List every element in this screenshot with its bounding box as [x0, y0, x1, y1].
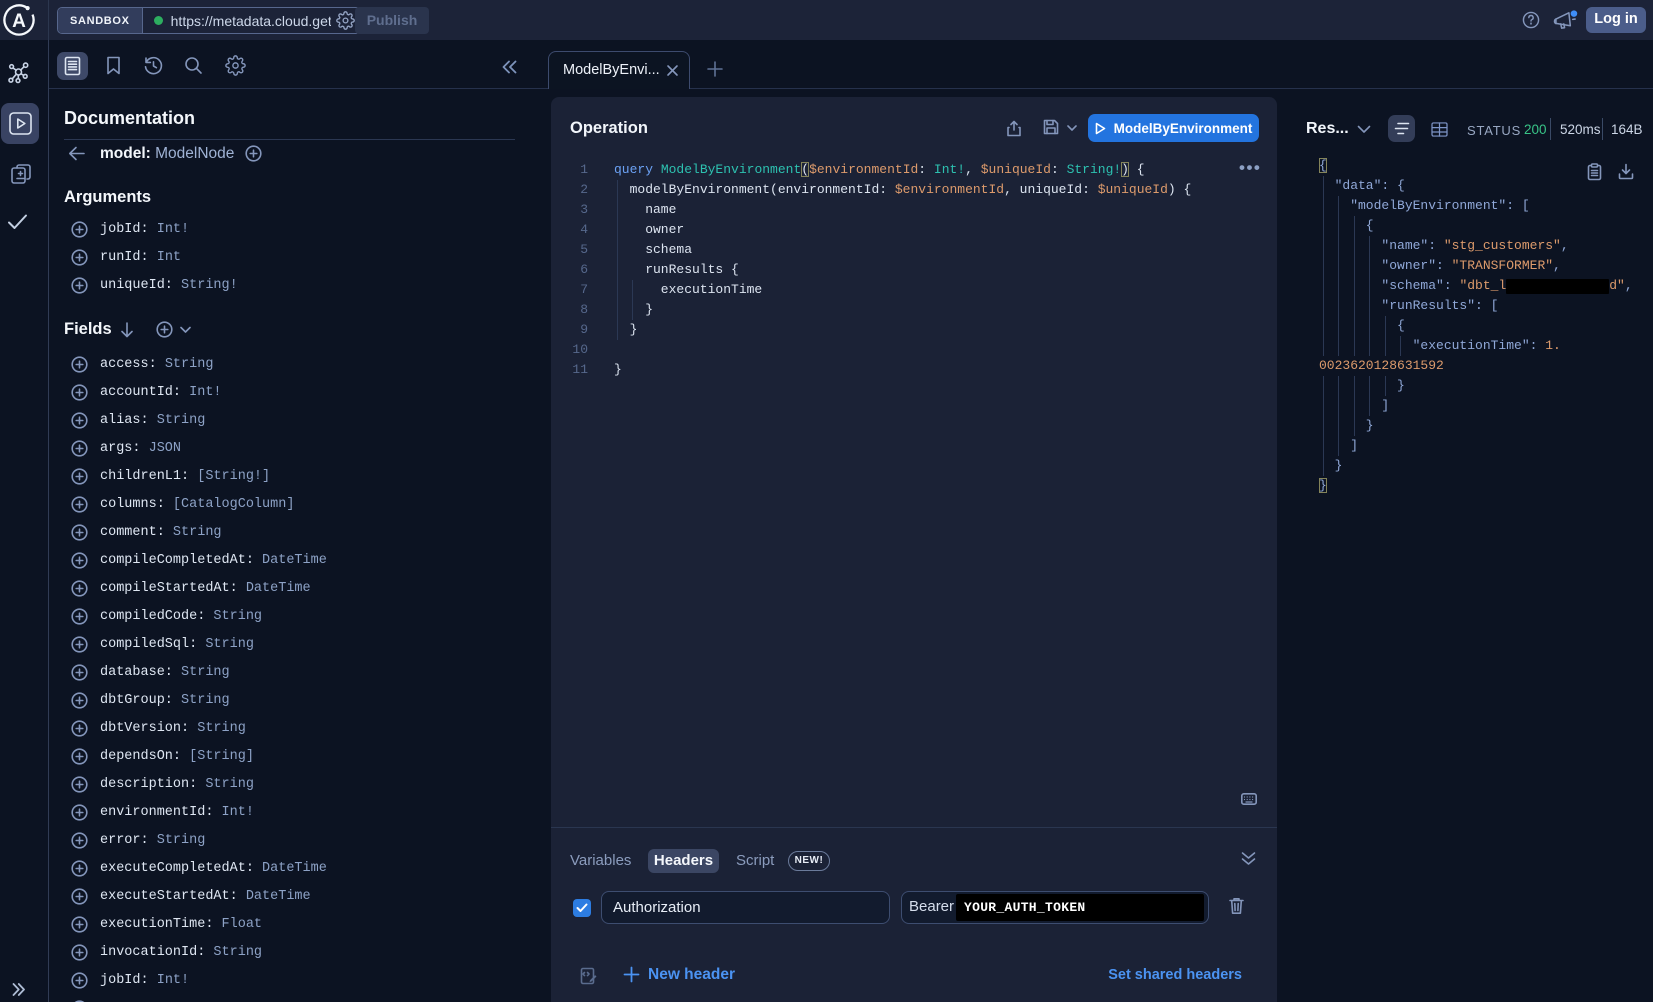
svg-text:A: A: [12, 11, 26, 32]
